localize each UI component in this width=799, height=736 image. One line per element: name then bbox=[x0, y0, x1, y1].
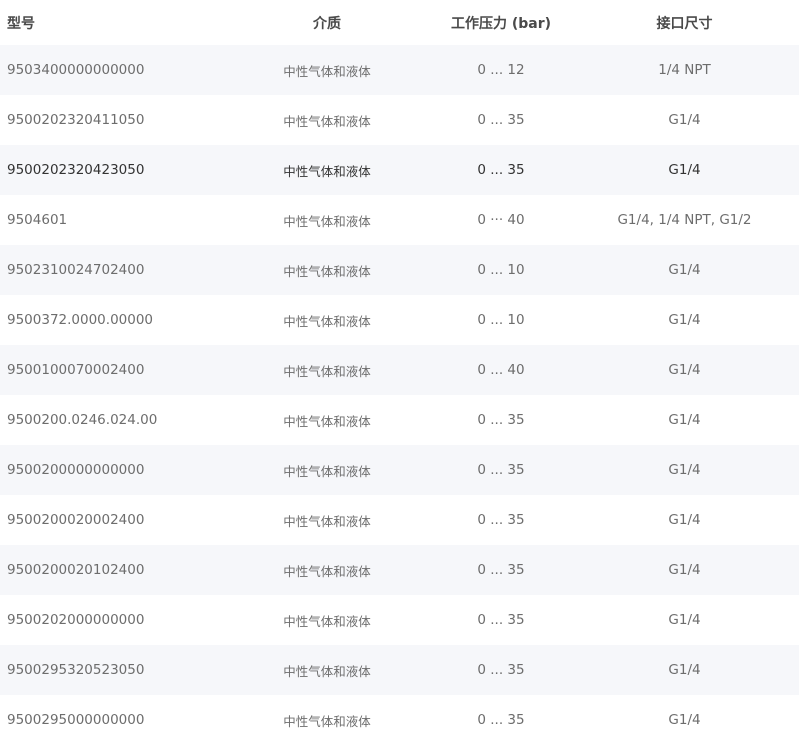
cell-port: G1/4 bbox=[668, 662, 701, 678]
cell-pressure: 0 ... 10 bbox=[477, 312, 525, 328]
cell-model[interactable]: 9500372.0000.00000 bbox=[0, 312, 222, 328]
table-row[interactable]: 9504601 中性气体和液体 0 ··· 40 G1/4, 1/4 NPT, … bbox=[0, 195, 799, 245]
cell-port: G1/4 bbox=[668, 512, 701, 528]
cell-pressure: 0 ... 35 bbox=[477, 512, 525, 528]
cell-model[interactable]: 9500202320423050 bbox=[0, 162, 222, 178]
cell-medium: 中性气体和液体 bbox=[283, 663, 371, 679]
cell-pressure: 0 ... 35 bbox=[477, 162, 525, 178]
cell-port: G1/4 bbox=[668, 112, 701, 128]
cell-port: G1/4 bbox=[668, 162, 701, 178]
cell-pressure: 0 ... 35 bbox=[477, 412, 525, 428]
cell-port: G1/4, 1/4 NPT, G1/2 bbox=[617, 212, 752, 228]
table-row[interactable]: 9500200.0246.024.00 中性气体和液体 0 ... 35 G1/… bbox=[0, 395, 799, 445]
cell-medium: 中性气体和液体 bbox=[283, 163, 371, 179]
table-header: 型号 介质 工作压力 (bar) 接口尺寸 bbox=[0, 0, 799, 45]
cell-medium: 中性气体和液体 bbox=[283, 363, 371, 379]
header-model[interactable]: 型号 bbox=[0, 13, 222, 33]
cell-model[interactable]: 9500200020002400 bbox=[0, 512, 222, 528]
header-medium[interactable]: 介质 bbox=[222, 13, 432, 33]
table-row[interactable]: 9502310024702400 中性气体和液体 0 ... 10 G1/4 bbox=[0, 245, 799, 295]
cell-pressure: 0 ... 35 bbox=[477, 712, 525, 728]
cell-model[interactable]: 9500202000000000 bbox=[0, 612, 222, 628]
table-row[interactable]: 9500295000000000 中性气体和液体 0 ... 35 G1/4 bbox=[0, 695, 799, 736]
cell-pressure: 0 ... 35 bbox=[477, 612, 525, 628]
cell-port: G1/4 bbox=[668, 262, 701, 278]
cell-port: G1/4 bbox=[668, 362, 701, 378]
cell-medium: 中性气体和液体 bbox=[283, 613, 371, 629]
cell-model[interactable]: 9500200000000000 bbox=[0, 462, 222, 478]
cell-medium: 中性气体和液体 bbox=[283, 413, 371, 429]
cell-port: 1/4 NPT bbox=[658, 62, 711, 78]
cell-model[interactable]: 9500295000000000 bbox=[0, 712, 222, 728]
cell-port: G1/4 bbox=[668, 462, 701, 478]
cell-port: G1/4 bbox=[668, 412, 701, 428]
cell-model[interactable]: 9502310024702400 bbox=[0, 262, 222, 278]
cell-pressure: 0 ... 35 bbox=[477, 462, 525, 478]
header-port[interactable]: 接口尺寸 bbox=[570, 13, 799, 33]
table-row[interactable]: 9500202320423050 中性气体和液体 0 ... 35 G1/4 bbox=[0, 145, 799, 195]
cell-model[interactable]: 9503400000000000 bbox=[0, 62, 222, 78]
table-row[interactable]: 9500200000000000 中性气体和液体 0 ... 35 G1/4 bbox=[0, 445, 799, 495]
cell-medium: 中性气体和液体 bbox=[283, 713, 371, 729]
cell-pressure: 0 ... 35 bbox=[477, 112, 525, 128]
cell-medium: 中性气体和液体 bbox=[283, 63, 371, 79]
header-pressure[interactable]: 工作压力 (bar) bbox=[432, 13, 570, 33]
cell-model[interactable]: 9504601 bbox=[0, 212, 222, 228]
table-row[interactable]: 9500202000000000 中性气体和液体 0 ... 35 G1/4 bbox=[0, 595, 799, 645]
cell-pressure: 0 ... 40 bbox=[477, 362, 525, 378]
cell-medium: 中性气体和液体 bbox=[283, 563, 371, 579]
cell-port: G1/4 bbox=[668, 712, 701, 728]
table-row[interactable]: 9500200020002400 中性气体和液体 0 ... 35 G1/4 bbox=[0, 495, 799, 545]
cell-port: G1/4 bbox=[668, 612, 701, 628]
cell-medium: 中性气体和液体 bbox=[283, 113, 371, 129]
cell-model[interactable]: 9500295320523050 bbox=[0, 662, 222, 678]
cell-model[interactable]: 9500200020102400 bbox=[0, 562, 222, 578]
cell-model[interactable]: 9500202320411050 bbox=[0, 112, 222, 128]
table-row[interactable]: 9500372.0000.00000 中性气体和液体 0 ... 10 G1/4 bbox=[0, 295, 799, 345]
cell-model[interactable]: 9500100070002400 bbox=[0, 362, 222, 378]
cell-port: G1/4 bbox=[668, 562, 701, 578]
cell-pressure: 0 ... 10 bbox=[477, 262, 525, 278]
table-row[interactable]: 9500295320523050 中性气体和液体 0 ... 35 G1/4 bbox=[0, 645, 799, 695]
cell-pressure: 0 ··· 40 bbox=[477, 212, 525, 228]
cell-model[interactable]: 9500200.0246.024.00 bbox=[0, 412, 222, 428]
table-row[interactable]: 9500200020102400 中性气体和液体 0 ... 35 G1/4 bbox=[0, 545, 799, 595]
product-table: 型号 介质 工作压力 (bar) 接口尺寸 9503400000000000 中… bbox=[0, 0, 799, 736]
table-row[interactable]: 9500100070002400 中性气体和液体 0 ... 40 G1/4 bbox=[0, 345, 799, 395]
cell-medium: 中性气体和液体 bbox=[283, 263, 371, 279]
table-row[interactable]: 9503400000000000 中性气体和液体 0 ... 12 1/4 NP… bbox=[0, 45, 799, 95]
cell-medium: 中性气体和液体 bbox=[283, 463, 371, 479]
cell-medium: 中性气体和液体 bbox=[283, 213, 371, 229]
cell-pressure: 0 ... 35 bbox=[477, 662, 525, 678]
table-row[interactable]: 9500202320411050 中性气体和液体 0 ... 35 G1/4 bbox=[0, 95, 799, 145]
cell-medium: 中性气体和液体 bbox=[283, 313, 371, 329]
cell-port: G1/4 bbox=[668, 312, 701, 328]
cell-pressure: 0 ... 12 bbox=[477, 62, 525, 78]
cell-medium: 中性气体和液体 bbox=[283, 513, 371, 529]
cell-pressure: 0 ... 35 bbox=[477, 562, 525, 578]
